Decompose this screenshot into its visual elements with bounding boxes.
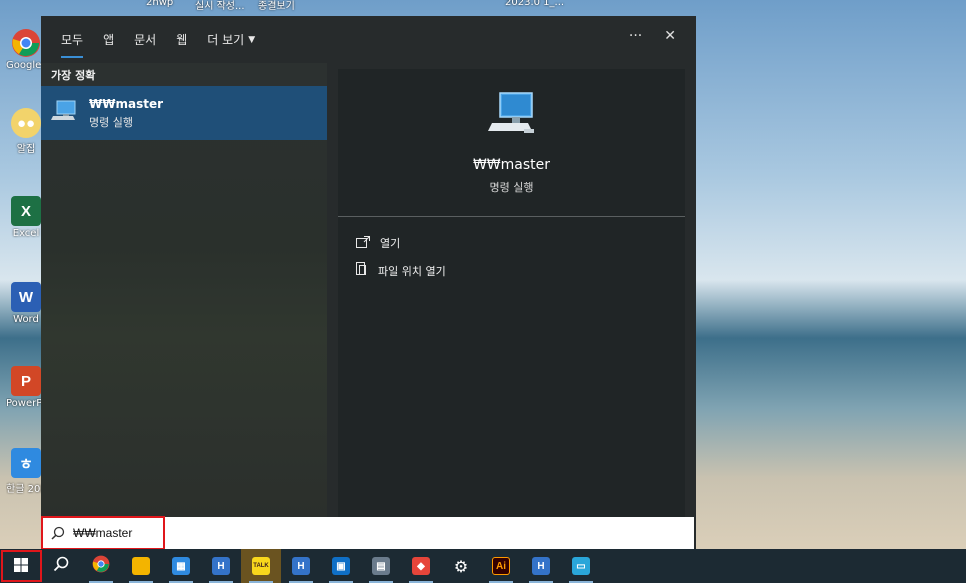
folder-icon	[132, 557, 150, 575]
taskbar-hwp-1[interactable]: H	[201, 549, 241, 583]
taskbar-photos[interactable]: ▤	[361, 549, 401, 583]
hwp-icon: H	[212, 557, 230, 575]
character-app-icon: ●●	[11, 108, 41, 138]
desktop-icon-app-character[interactable]: ●● 알집	[6, 108, 46, 168]
search-icon	[53, 556, 69, 576]
photos-icon: ▤	[372, 557, 390, 575]
taskbar-chrome[interactable]	[81, 549, 121, 583]
desktop-icon-word[interactable]: W Word	[6, 282, 46, 342]
desktop-label[interactable]: 종결보기	[258, 0, 295, 12]
start-menu: 모두 앱 문서 웹 더 보기 ▼ ··· ✕ 가장 정확 ₩₩master 명령…	[41, 16, 696, 549]
taskbar-anydesk[interactable]: ◆	[401, 549, 441, 583]
chrome-icon	[92, 555, 110, 577]
open-file-location-action[interactable]: 파일 위치 열기	[356, 262, 446, 279]
desktop-icon-excel[interactable]: X Excel	[6, 196, 46, 256]
hwp-icon: H	[532, 557, 550, 575]
desktop-icon-powerpoint[interactable]: P PowerPoint	[6, 366, 46, 426]
taskbar: ▦ H TALK H ▣ ▤ ◆ ⚙ Ai H ▭	[0, 549, 966, 583]
powerpoint-icon: P	[11, 366, 41, 396]
best-match-subtitle: 명령 실행	[89, 115, 133, 129]
word-icon: W	[11, 282, 41, 312]
desktop-top-labels: 2hwp 실시 작성... 종결보기 2023.0 1_...	[0, 0, 966, 14]
outlook-icon: ▣	[332, 557, 350, 575]
file-location-icon	[356, 262, 368, 279]
store-icon: ▦	[172, 557, 190, 575]
gear-icon: ⚙	[453, 556, 469, 576]
open-action-label: 열기	[380, 237, 401, 250]
hwp-icon: H	[292, 557, 310, 575]
taskbar-settings[interactable]: ⚙	[441, 549, 481, 583]
desktop-icon-app-blue[interactable]: ㅎ 한글 2020	[6, 448, 46, 508]
taskbar-kakaotalk[interactable]: TALK	[241, 549, 281, 583]
desktop-icon-caption: 한글 2020	[6, 484, 46, 495]
tab-all[interactable]: 모두	[61, 31, 84, 58]
desktop-icon-caption: Google Chrome	[6, 60, 46, 71]
chrome-icon	[11, 28, 41, 58]
open-icon	[356, 235, 370, 251]
computer-icon	[488, 91, 536, 141]
computer-icon	[51, 99, 77, 127]
desktop-label[interactable]: 실시 작성...	[195, 0, 245, 12]
detail-pane: ₩₩master 명령 실행 열기 파일 위치 열기	[338, 69, 685, 518]
remote-app-icon: ▭	[572, 557, 590, 575]
open-action[interactable]: 열기	[356, 235, 400, 251]
desktop-icon-caption: Word	[13, 314, 39, 325]
desktop-icon-chrome[interactable]: Google Chrome	[6, 28, 46, 88]
more-options-button[interactable]: ···	[629, 28, 642, 44]
excel-icon: X	[11, 196, 41, 226]
anydesk-icon: ◆	[412, 557, 430, 575]
taskbar-illustrator[interactable]: Ai	[481, 549, 521, 583]
desktop-icon-caption: Excel	[12, 228, 40, 239]
desktop-label[interactable]: 2hwp	[146, 0, 173, 8]
tab-more[interactable]: 더 보기 ▼	[207, 31, 255, 48]
taskbar-hwp-2[interactable]: H	[281, 549, 321, 583]
best-match-title: ₩₩master	[89, 96, 164, 111]
search-highlight-box	[41, 516, 165, 550]
start-highlight-box	[1, 550, 42, 582]
best-match-heading: 가장 정확	[51, 69, 96, 82]
hangul-app-icon: ㅎ	[11, 448, 41, 478]
detail-title: ₩₩master	[472, 157, 551, 173]
desktop-icon-caption: PowerPoint	[6, 398, 46, 409]
taskbar-hwp-3[interactable]: H	[521, 549, 561, 583]
tab-web[interactable]: 웹	[176, 31, 187, 48]
desktop-icon-caption: 알집	[16, 144, 36, 155]
taskbar-outlook[interactable]: ▣	[321, 549, 361, 583]
taskbar-store[interactable]: ▦	[161, 549, 201, 583]
tab-more-label: 더 보기	[207, 33, 245, 47]
kakaotalk-icon: TALK	[252, 557, 270, 575]
illustrator-icon: Ai	[492, 557, 510, 575]
tab-apps[interactable]: 앱	[103, 31, 114, 48]
search-filter-tabs: 모두 앱 문서 웹 더 보기 ▼	[41, 16, 696, 63]
taskbar-search-button[interactable]	[41, 549, 81, 583]
file-location-action-label: 파일 위치 열기	[378, 264, 446, 278]
divider	[338, 216, 685, 217]
tab-documents[interactable]: 문서	[134, 31, 156, 48]
close-button[interactable]: ✕	[664, 28, 676, 44]
detail-subtitle: 명령 실행	[489, 181, 534, 194]
taskbar-app-teal[interactable]: ▭	[561, 549, 601, 583]
chevron-down-icon: ▼	[248, 34, 256, 45]
best-match-result[interactable]: ₩₩master 명령 실행	[41, 86, 327, 140]
taskbar-file-explorer[interactable]	[121, 549, 161, 583]
desktop-label[interactable]: 2023.0 1_...	[505, 0, 564, 8]
